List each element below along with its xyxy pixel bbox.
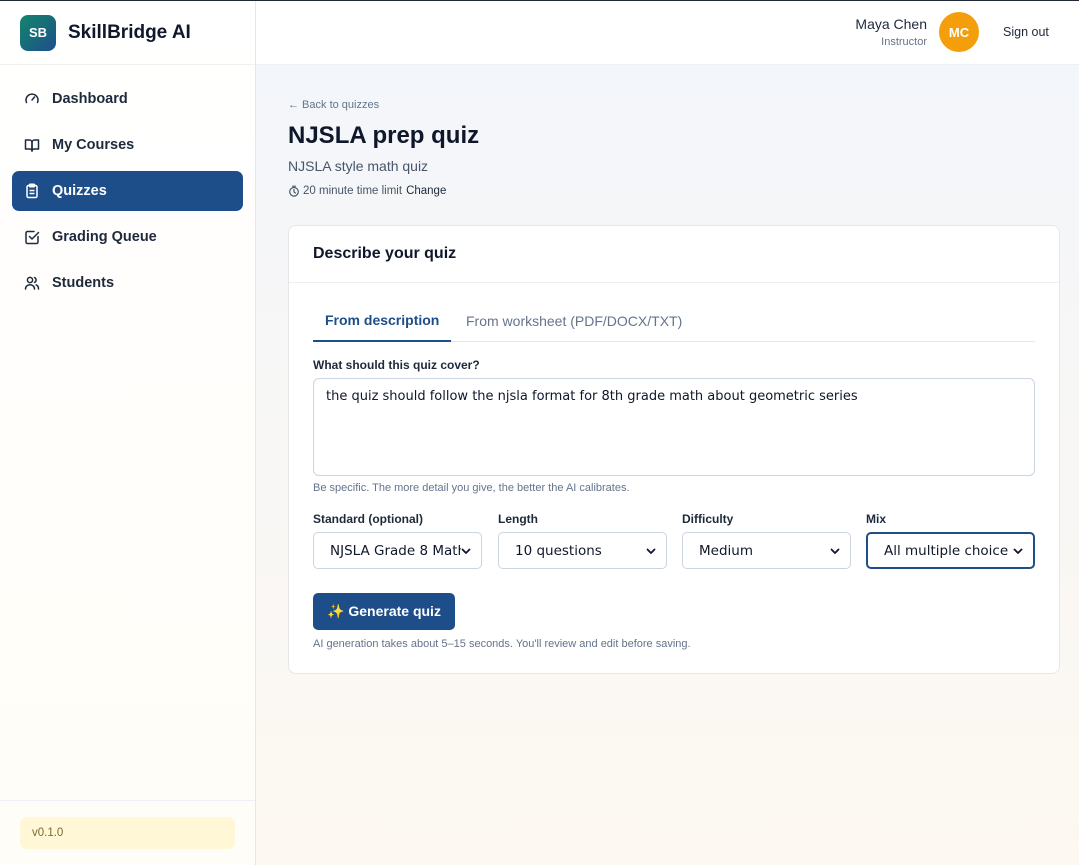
sidebar-item-grading-queue[interactable]: Grading Queue (12, 217, 243, 257)
card-title: Describe your quiz (313, 245, 457, 262)
page-subtitle: NJSLA style math quiz (288, 158, 429, 174)
main-content: ← Back to quizzes NJSLA prep quiz NJSLA … (256, 65, 1079, 865)
sign-out-button[interactable]: Sign out (1003, 25, 1049, 39)
avatar[interactable]: MC (939, 12, 979, 52)
sidebar-item-label: Dashboard (52, 91, 128, 107)
chevron-down-icon (1013, 546, 1023, 556)
version-badge: v0.1.0 (20, 817, 235, 849)
checkbox-icon (24, 229, 40, 245)
change-time-limit-link[interactable]: Change (406, 185, 446, 197)
clipboard-icon (24, 183, 40, 199)
chevron-down-icon (646, 546, 656, 556)
standard-select-value: NJSLA Grade 8 Math (330, 542, 461, 559)
source-tabs: From description From worksheet (PDF/DOC… (313, 300, 1035, 342)
page-title: NJSLA prep quiz (288, 122, 480, 149)
standard-select[interactable]: NJSLA Grade 8 Math (313, 532, 482, 569)
time-limit: 20 minute time limit Change (288, 185, 446, 197)
tab-from-description[interactable]: From description (313, 300, 452, 342)
describe-quiz-card: Describe your quiz From description From… (288, 225, 1060, 674)
time-limit-text: 20 minute time limit (303, 185, 403, 197)
users-icon (24, 275, 40, 291)
back-to-quizzes-link[interactable]: ← Back to quizzes (288, 99, 379, 111)
app-name: SkillBridge AI (68, 21, 191, 43)
length-select[interactable]: 10 questions (498, 532, 667, 569)
sidebar-item-label: Grading Queue (52, 229, 157, 245)
sidebar-item-quizzes[interactable]: Quizzes (12, 171, 243, 211)
stopwatch-icon (288, 185, 300, 197)
gauge-icon (24, 91, 40, 107)
sidebar-item-my-courses[interactable]: My Courses (12, 125, 243, 165)
mix-select[interactable]: All multiple choice (866, 532, 1035, 569)
quiz-description-input[interactable]: the quiz should follow the njsla format … (313, 378, 1035, 476)
user-name: Maya Chen (855, 16, 927, 32)
difficulty-select-value: Medium (699, 542, 753, 559)
tab-from-worksheet[interactable]: From worksheet (PDF/DOCX/TXT) (454, 300, 694, 342)
generate-quiz-button[interactable]: ✨ Generate quiz (313, 593, 455, 630)
sidebar-item-label: My Courses (52, 137, 135, 153)
sidebar-item-label: Quizzes (52, 183, 107, 199)
sidebar: SB SkillBridge AI Dashboard My Courses Q… (0, 1, 256, 865)
standard-label: Standard (optional) (313, 512, 423, 526)
book-icon (24, 137, 40, 153)
app-logo: SB (20, 14, 56, 51)
sidebar-footer: v0.1.0 (0, 800, 255, 865)
chevron-down-icon (461, 546, 471, 556)
card-header: Describe your quiz (289, 226, 1059, 283)
cover-label: What should this quiz cover? (313, 358, 480, 372)
sidebar-item-dashboard[interactable]: Dashboard (12, 79, 243, 119)
top-header: Maya Chen Instructor MC Sign out (256, 1, 1079, 65)
brand[interactable]: SB SkillBridge AI (0, 1, 255, 65)
cover-helper-text: Be specific. The more detail you give, t… (313, 482, 630, 494)
difficulty-select[interactable]: Medium (682, 532, 851, 569)
user-role: Instructor (881, 36, 927, 48)
generation-note: AI generation takes about 5–15 seconds. … (313, 638, 691, 650)
chevron-down-icon (830, 546, 840, 556)
difficulty-label: Difficulty (682, 512, 734, 526)
sidebar-nav: Dashboard My Courses Quizzes Grading Que… (0, 65, 255, 323)
length-select-value: 10 questions (515, 542, 602, 559)
sidebar-item-label: Students (52, 275, 115, 291)
sidebar-item-students[interactable]: Students (12, 263, 243, 303)
length-label: Length (498, 512, 538, 526)
mix-select-value: All multiple choice (884, 542, 1009, 559)
mix-label: Mix (866, 512, 887, 526)
